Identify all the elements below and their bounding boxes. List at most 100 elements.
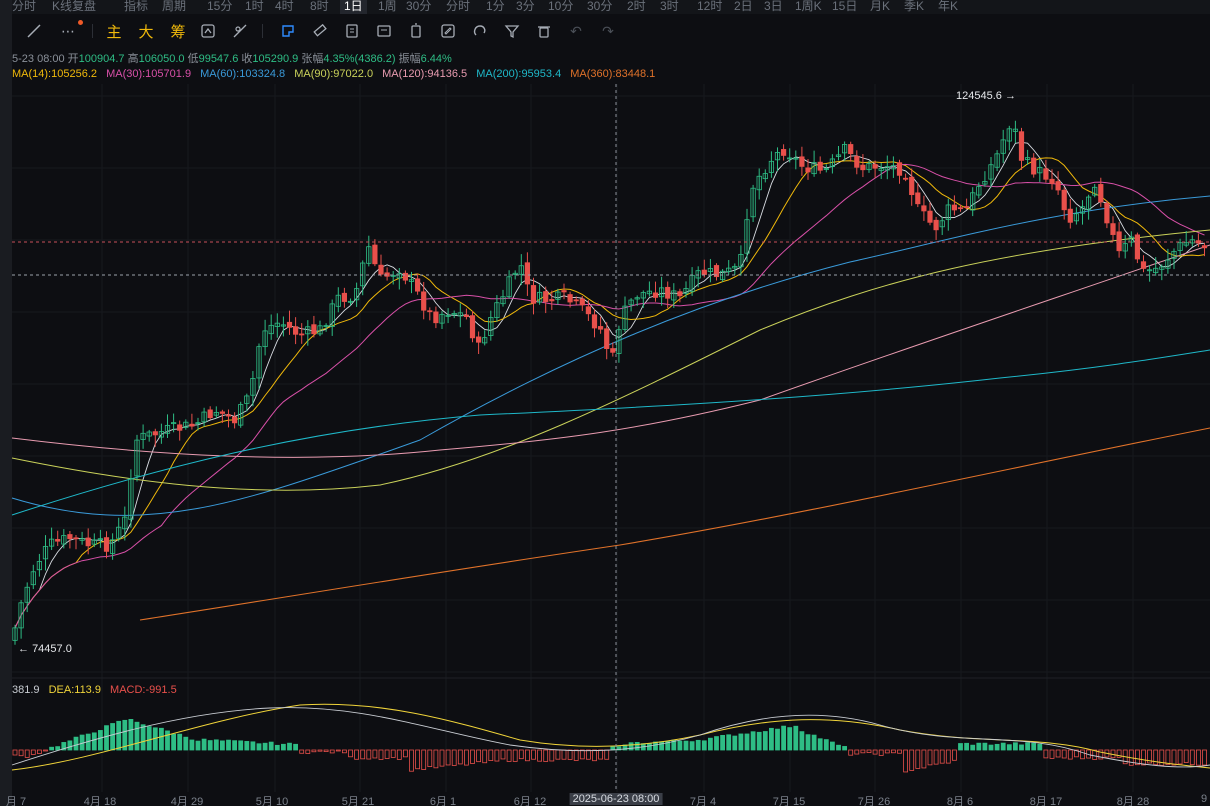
x-tick: 9	[1200, 793, 1208, 805]
macd-histogram-bar	[98, 730, 103, 751]
macd-histogram-bar	[158, 727, 164, 751]
macd-histogram-bar	[348, 749, 353, 758]
macd-histogram-bar	[341, 749, 347, 754]
macd-histogram-bar	[1171, 749, 1177, 766]
candle-body	[921, 205, 927, 212]
macd-histogram-bar	[701, 740, 707, 751]
macd-histogram-bar	[470, 749, 475, 764]
macd-histogram-bar	[457, 749, 463, 765]
candle-body	[1134, 234, 1140, 260]
macd-histogram-bar	[268, 741, 274, 751]
macd-histogram-bar	[189, 739, 195, 751]
macd-histogram-bar	[311, 749, 317, 753]
macd-histogram-bar	[970, 744, 976, 751]
macd-histogram-bar	[299, 749, 305, 754]
candle-body	[341, 292, 348, 302]
candle-body	[1061, 189, 1067, 211]
candle-body	[225, 414, 232, 417]
macd-histogram-bar	[1061, 749, 1067, 759]
macd-histogram-bar	[927, 749, 933, 766]
macd-histogram-bar	[37, 749, 42, 754]
macd-histogram-bar	[537, 749, 542, 762]
macd-histogram-bar	[549, 749, 555, 762]
macd-histogram-bar	[805, 734, 811, 751]
macd-histogram-bar	[775, 728, 780, 751]
candle-body	[598, 326, 604, 330]
macd-histogram-bar	[1067, 749, 1073, 760]
macd-histogram-bar	[1025, 742, 1030, 751]
macd-histogram-bar	[244, 741, 250, 751]
candle-body	[311, 324, 317, 335]
macd-histogram-bar	[762, 731, 768, 751]
candle-body	[103, 537, 110, 552]
macd-dif: 381.9	[12, 684, 40, 696]
candle-body	[1116, 231, 1122, 252]
macd-histogram-bar	[24, 749, 30, 758]
candlestick-chart[interactable]	[0, 0, 1210, 792]
candle-body	[1110, 223, 1116, 235]
candle-body	[1098, 184, 1104, 203]
candle-body	[957, 207, 964, 210]
candle-body	[207, 409, 213, 419]
macd-histogram-bar	[378, 749, 384, 760]
macd-histogram-bar	[73, 736, 79, 751]
candle-body	[585, 306, 592, 315]
macd-histogram-bar	[586, 749, 591, 760]
candle-body	[591, 314, 598, 329]
macd-histogram-bar	[1165, 749, 1171, 765]
candle-body	[543, 291, 549, 302]
ma14-line	[14, 157, 1205, 629]
candle-body	[402, 272, 409, 281]
macd-histogram-bar	[171, 733, 177, 751]
macd-histogram-bar	[439, 749, 445, 767]
macd-histogram-bar	[232, 740, 238, 751]
ma7-line	[14, 141, 1205, 629]
macd-histogram-bar	[1037, 743, 1043, 751]
macd-histogram-bar	[372, 749, 378, 759]
macd-histogram-bar	[445, 749, 451, 766]
macd-histogram-bar	[384, 749, 390, 759]
crosshair-date-label: 2025-06-23 08:00	[569, 793, 663, 805]
candle-body	[951, 204, 958, 211]
macd-histogram-bar	[1080, 749, 1085, 760]
macd-histogram-bar	[409, 749, 414, 772]
candle-body	[872, 164, 878, 169]
macd-histogram-bar	[1000, 742, 1006, 751]
candle-body	[1104, 203, 1110, 224]
ma200-line	[11, 349, 1210, 516]
macd-histogram-bar	[360, 749, 366, 760]
macd-histogram-bar	[262, 742, 268, 751]
macd-histogram-bar	[1013, 742, 1018, 751]
x-tick: 4月 29	[170, 796, 204, 806]
candle-body	[701, 269, 707, 275]
x-tick: 4月 18	[83, 796, 117, 806]
macd-histogram-bar	[811, 734, 817, 751]
candle-body	[964, 206, 970, 208]
macd-histogram-bar	[945, 749, 951, 764]
ma60-line	[11, 195, 1210, 516]
macd-histogram-bar	[140, 724, 146, 751]
macd-histogram-bar	[732, 735, 738, 751]
macd-histogram-bar	[958, 743, 963, 751]
macd-legend: 381.9 DEA:113.9 MACD:-991.5	[12, 684, 183, 696]
x-tick: 6月 1	[429, 796, 457, 806]
macd-histogram-bar	[634, 742, 640, 751]
macd-dea-line	[11, 703, 1210, 771]
macd-histogram-bar	[793, 725, 799, 751]
macd-histogram-bar	[79, 734, 85, 751]
macd-histogram-bar	[579, 749, 585, 760]
macd-histogram-bar	[994, 743, 1000, 751]
macd-histogram-bar	[848, 749, 854, 756]
macd-histogram-bar	[219, 740, 225, 751]
macd-histogram-bar	[451, 749, 457, 766]
macd-histogram-bar	[195, 740, 201, 751]
macd-histogram-bar	[1141, 749, 1146, 766]
macd-histogram-bar	[366, 749, 372, 760]
candle-body	[604, 328, 610, 349]
macd-histogram-bar	[598, 749, 603, 760]
macd-histogram-bar	[146, 726, 152, 751]
candle-body	[652, 292, 659, 298]
macd-histogram-bar	[939, 749, 945, 764]
macd-histogram-bar	[750, 731, 756, 751]
macd-histogram-bar	[1177, 749, 1183, 765]
